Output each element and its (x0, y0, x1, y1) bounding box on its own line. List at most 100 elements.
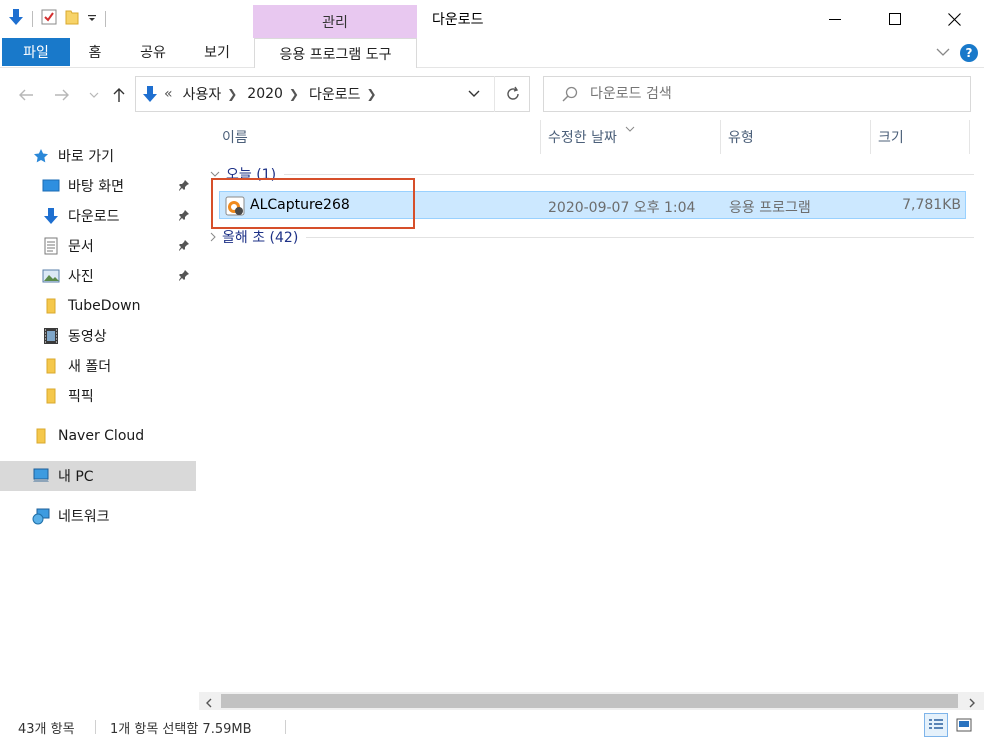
chevron-right-icon (210, 232, 216, 242)
column-divider[interactable] (969, 120, 970, 154)
network-icon (32, 507, 50, 525)
ribbon-expand-icon[interactable] (936, 45, 950, 61)
pin-icon[interactable] (178, 209, 190, 225)
status-divider (95, 720, 96, 734)
sidebar-item-videos[interactable]: 동영상 (42, 321, 196, 351)
back-arrow-icon[interactable] (14, 80, 38, 110)
up-arrow-icon[interactable] (108, 80, 130, 110)
desktop-icon (42, 177, 60, 195)
sidebar-item-network[interactable]: 네트워크 (32, 501, 196, 531)
group-divider (306, 236, 974, 238)
sidebar-item-this-pc[interactable]: 내 PC (0, 461, 196, 491)
sidebar-item-documents[interactable]: 문서 (42, 231, 196, 261)
search-input[interactable] (590, 86, 930, 102)
customize-dropdown-icon[interactable] (87, 11, 97, 27)
tab-home[interactable]: 홈 (80, 38, 110, 66)
sidebar-item-desktop[interactable]: 바탕 화면 (42, 171, 196, 201)
sidebar-item-quick-access[interactable]: 바로 가기 (32, 141, 192, 171)
sidebar-item-naver-cloud[interactable]: Naver Cloud (32, 421, 196, 451)
properties-checkbox-icon[interactable] (41, 9, 57, 29)
sidebar-item-label: TubeDown (68, 298, 141, 314)
close-button[interactable] (931, 0, 977, 38)
forward-arrow-icon[interactable] (50, 80, 74, 110)
search-icon (562, 86, 578, 102)
sidebar-item-label: 픽픽 (68, 389, 94, 405)
help-icon[interactable]: ? (960, 44, 978, 62)
column-header-name[interactable]: 이름 (222, 120, 248, 154)
sidebar-item-label: 다운로드 (68, 209, 120, 225)
tab-app-tools[interactable]: 응용 프로그램 도구 (254, 38, 417, 68)
maximize-button[interactable] (872, 0, 918, 38)
breadcrumb-chevron-icon[interactable]: ❯ (227, 87, 237, 101)
breadcrumb-users[interactable]: 사용자 (183, 84, 222, 104)
large-icons-view-button[interactable] (952, 713, 976, 737)
status-bar: 43개 항목 1개 항목 선택함 7.59MB (0, 712, 984, 742)
column-divider[interactable] (720, 120, 721, 154)
column-divider[interactable] (540, 120, 541, 154)
horizontal-scrollbar[interactable] (199, 692, 984, 710)
minimize-button[interactable] (812, 0, 858, 38)
folder-icon (42, 357, 60, 375)
file-modified: 2020-09-07 오후 1:04 (548, 200, 696, 216)
chevron-down-icon (210, 171, 220, 177)
new-folder-icon[interactable] (65, 9, 79, 29)
status-item-count: 43개 항목 (18, 722, 75, 737)
star-icon (32, 147, 50, 165)
address-dropdown-icon[interactable] (459, 76, 489, 112)
sidebar-item-pictures[interactable]: 사진 (42, 261, 196, 291)
sidebar-item-label: 바탕 화면 (68, 179, 124, 195)
breadcrumb-downloads[interactable]: 다운로드 (309, 84, 361, 104)
file-size: 7,781KB (902, 197, 961, 213)
sidebar-item-picpick[interactable]: 픽픽 (42, 381, 196, 411)
sort-chevron-icon (625, 120, 635, 136)
folder-icon (42, 297, 60, 315)
column-header-modified[interactable]: 수정한 날짜 (548, 120, 617, 154)
pin-icon[interactable] (178, 239, 190, 255)
file-type: 응용 프로그램 (729, 200, 811, 216)
window-title: 다운로드 (432, 12, 484, 28)
scroll-right-icon[interactable] (968, 696, 976, 712)
folder-icon (42, 387, 60, 405)
toolbar-separator (105, 11, 106, 27)
group-divider (284, 173, 974, 175)
pin-icon[interactable] (178, 179, 190, 195)
sidebar-item-label: 새 폴더 (68, 359, 112, 375)
tab-view[interactable]: 보기 (194, 38, 240, 66)
status-selection: 1개 항목 선택함 7.59MB (110, 722, 252, 737)
navigation-pane: 바로 가기 바탕 화면 다운로드 문서 사진 TubeDown 동영상 새 폴더… (0, 125, 198, 685)
pin-icon[interactable] (178, 269, 190, 285)
details-view-button[interactable] (924, 713, 948, 737)
download-arrow-icon[interactable] (8, 8, 24, 30)
search-box[interactable] (543, 76, 971, 112)
sidebar-item-label: 문서 (68, 239, 94, 255)
recent-locations-chevron-icon[interactable] (86, 80, 102, 110)
scroll-left-icon[interactable] (205, 696, 213, 712)
film-icon (42, 327, 60, 345)
sidebar-item-label: 네트워크 (58, 509, 110, 525)
refresh-button[interactable] (494, 76, 530, 112)
breadcrumb-2020[interactable]: 2020 (247, 86, 283, 102)
tab-manage[interactable]: 관리 (253, 5, 417, 38)
breadcrumb-chevron-icon[interactable]: ❯ (289, 87, 299, 101)
tab-file[interactable]: 파일 (2, 38, 70, 66)
column-divider[interactable] (870, 120, 871, 154)
column-header-size[interactable]: 크기 (878, 120, 904, 154)
quick-access-toolbar (8, 6, 106, 32)
breadcrumb-chevron-icon[interactable]: ❯ (367, 87, 377, 101)
download-arrow-icon (142, 85, 158, 103)
toolbar-separator (32, 11, 33, 27)
sidebar-item-label: 사진 (68, 269, 94, 285)
column-header-type[interactable]: 유형 (728, 120, 754, 154)
tab-share[interactable]: 공유 (130, 38, 176, 66)
sidebar-item-new-folder[interactable]: 새 폴더 (42, 351, 196, 381)
group-header-early-this-year[interactable]: 올해 초 (42) (210, 227, 974, 247)
sidebar-item-tubedown[interactable]: TubeDown (42, 291, 196, 321)
sidebar-item-label: 내 PC (58, 469, 94, 485)
annotation-highlight-box (211, 178, 415, 229)
title-bar: 관리 다운로드 (0, 0, 984, 38)
sidebar-item-downloads[interactable]: 다운로드 (42, 201, 196, 231)
sidebar-item-label: 바로 가기 (58, 149, 114, 165)
status-divider (285, 720, 286, 734)
scrollbar-thumb[interactable] (221, 694, 958, 708)
breadcrumb-overflow[interactable]: « (164, 86, 173, 102)
